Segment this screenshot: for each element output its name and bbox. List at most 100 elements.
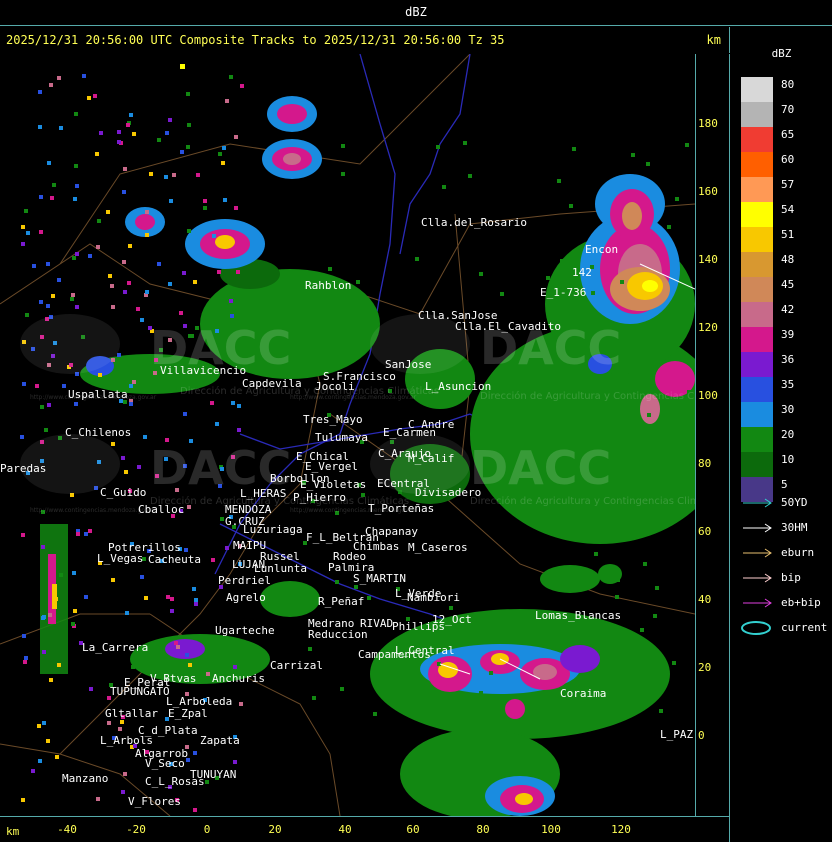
legend-swatch [741, 277, 773, 302]
place-label: Anchuris [212, 672, 265, 685]
radar-map-canvas[interactable]: DACC Dirección de Agricultura y Continge… [0, 54, 695, 816]
place-label: L_Arbols [100, 734, 153, 747]
legend-swatch [741, 352, 773, 377]
place-label: M_Calif [408, 452, 454, 465]
legend-track-label: 50YD [781, 496, 808, 509]
legend-level-label: 57 [781, 178, 795, 191]
place-label: Coraima [560, 687, 606, 700]
place-label: Uspallata [68, 388, 128, 401]
legend-swatch [741, 302, 773, 327]
x-tick-label: 0 [203, 823, 211, 836]
place-label: Manzano [62, 772, 108, 785]
watermark-subtitle-2: Dirección de Agricultura y Contingencias… [480, 390, 695, 402]
place-label: Ugarteche [215, 624, 275, 637]
place-label: Chapanay [365, 525, 418, 538]
place-label: E_Zpal [168, 707, 208, 720]
current-ellipse-icon [741, 621, 771, 635]
place-label: Perdriel [218, 574, 271, 587]
place-label: TUPUNGATO [110, 685, 170, 698]
legend-level-label: 10 [781, 453, 795, 466]
legend-swatch [741, 252, 773, 277]
place-label: Gltallar [105, 707, 158, 720]
x-tick-label: 20 [268, 823, 282, 836]
place-label: C_Guido [100, 486, 146, 499]
legend-level-label: 80 [781, 78, 795, 91]
header-unit: km [706, 33, 721, 47]
dbz-legend: dBZ 80 70 65 60 57 54 51 48 45 42 39 36 35 30 20 10 5 50… [731, 27, 832, 842]
place-label: R_Peñaf [318, 595, 364, 608]
track-arrow-icon [743, 498, 772, 508]
legend-track-label: 30HM [781, 521, 808, 534]
place-label: Cacheuta [148, 553, 201, 566]
place-label: M_Caseros [408, 541, 468, 554]
place-label: Jocoli [315, 380, 355, 393]
watermark-brand-4: DACC [470, 441, 611, 495]
x-tick-label: 100 [541, 823, 561, 836]
x-tick-label: 120 [611, 823, 631, 836]
y-tick-label: 140 [698, 253, 718, 266]
window-title-bar: dBZ [0, 0, 832, 26]
legend-swatch [741, 227, 773, 252]
watermark-url-2: http://www.contingencias.mendoza.gov.ar [290, 394, 417, 401]
radar-map[interactable]: DACC Dirección de Agricultura y Continge… [0, 54, 696, 816]
place-label: Tres_Mayo [303, 413, 363, 426]
place-label: La_Carrera [82, 641, 148, 654]
legend-level-label: 65 [781, 128, 795, 141]
track-arrow-icon [743, 573, 772, 583]
place-label: Rahblon [305, 279, 351, 292]
legend-level-label: 39 [781, 328, 795, 341]
y-tick-label: 0 [698, 729, 705, 742]
track-arrow-icon [743, 548, 772, 558]
place-label: Agrelo [226, 591, 266, 604]
place-label: V_Flores [128, 795, 181, 808]
window-title: dBZ [405, 5, 427, 19]
place-label: E_1-736 [540, 286, 586, 299]
place-label: Luzuriaga [243, 523, 303, 536]
place-label: Tulumaya [315, 431, 368, 444]
track-arrow-icon [743, 598, 772, 608]
legend-level-label: 60 [781, 153, 795, 166]
legend-swatch [741, 177, 773, 202]
y-tick-label: 40 [698, 593, 712, 606]
place-label: P_Hierro [293, 491, 346, 504]
y-tick-label: 160 [698, 185, 718, 198]
legend-level-label: 70 [781, 103, 795, 116]
x-axis: km -40 -20 0 20 40 60 80 100 120 [0, 816, 730, 842]
x-tick-label: -40 [57, 823, 77, 836]
place-label: Capdevila [242, 377, 302, 390]
place-label: L_PAZ [660, 728, 693, 741]
legend-level-label: 42 [781, 303, 795, 316]
place-label: L_HERAS [240, 487, 286, 500]
legend-level-label: 35 [781, 378, 795, 391]
x-axis-unit: km [6, 825, 20, 838]
y-tick-label: 100 [698, 389, 718, 402]
y-axis: 180 160 140 120 100 80 60 40 20 0 [695, 54, 730, 816]
legend-level-label: 20 [781, 428, 795, 441]
legend-title: dBZ [771, 47, 792, 60]
legend-track-label: eburn [781, 546, 815, 559]
product-header: 2025/12/31 20:56:00 UTC Composite Tracks… [0, 27, 730, 53]
legend-swatch [741, 327, 773, 352]
legend-track-50yd: 50YD [741, 496, 831, 510]
place-label: C_Chilenos [65, 426, 131, 439]
place-label: 142 [572, 266, 592, 279]
legend-level-label: 5 [781, 478, 788, 491]
place-label: E_Violetas [300, 478, 366, 491]
place-label: Clla.del_Rosario [421, 216, 527, 229]
legend-track-current: current [741, 621, 831, 635]
place-label: Nambiori [407, 591, 460, 604]
legend-track-label: bip [781, 571, 801, 584]
y-tick-label: 20 [698, 661, 712, 674]
y-tick-label: 180 [698, 117, 718, 130]
x-tick-label: -20 [126, 823, 146, 836]
place-label: Cballoc [138, 503, 184, 516]
y-tick-label: 120 [698, 321, 718, 334]
legend-swatch [741, 452, 773, 477]
legend-level-label: 51 [781, 228, 795, 241]
watermark-subtitle-4: Dirección de Agricultura y Contingencias… [470, 495, 695, 507]
legend-track-30hm: 30HM [741, 521, 831, 535]
place-label: Villavicencio [160, 364, 246, 377]
legend-track-eburn: eburn [741, 546, 831, 560]
place-label: V_Btvas [150, 672, 196, 685]
legend-swatch [741, 102, 773, 127]
